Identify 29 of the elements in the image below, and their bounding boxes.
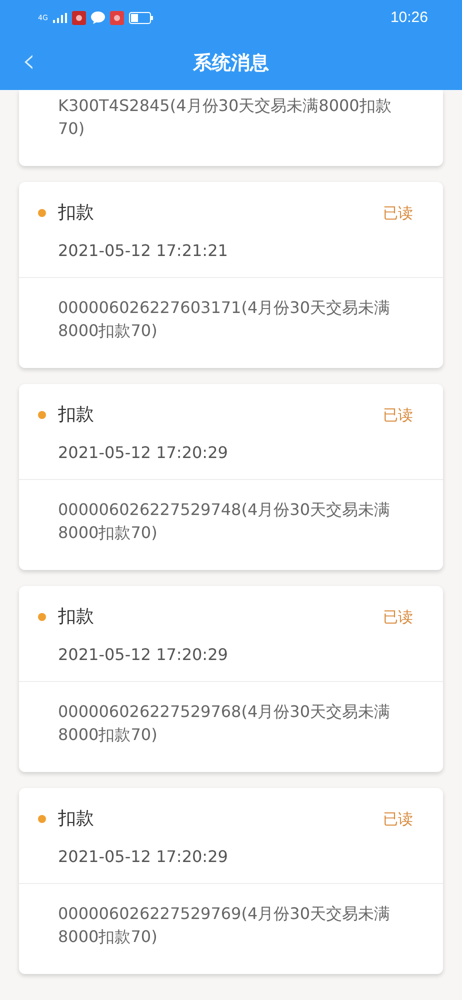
message-text: K300T4S2845(4月份30天交易未满8000扣款70) xyxy=(58,95,392,140)
app-icon xyxy=(72,10,86,24)
chat-bubble-icon xyxy=(90,11,105,24)
message-card[interactable]: 扣款 已读 2021-05-12 17:20:29 000006026227529748(4月份30天交易未满8000扣款70) xyxy=(19,384,443,570)
message-card[interactable]: 扣款 已读 2021-05-12 17:20:29 000006026227529768(4月份30天交易未满8000扣款70) xyxy=(19,586,443,772)
read-status: 已读 xyxy=(383,406,413,424)
message-time: 2021-05-12 17:20:29 xyxy=(58,846,229,868)
battery-icon xyxy=(128,12,153,24)
message-text: 000006026227529748(4月份30天交易未满8000扣款70) xyxy=(57,499,392,544)
page-title: 系统消息 xyxy=(193,50,269,76)
read-status: 已读 xyxy=(383,608,413,626)
clock: 10:26 xyxy=(390,9,428,26)
message-text: 000006026227529769(4月份30天交易未满8000扣款70) xyxy=(57,903,392,948)
message-card[interactable]: 扣款 已读 2021-05-12 17:20:29 000006026227529769(4月份30天交易未满8000扣款70) xyxy=(19,788,443,974)
read-status: 已读 xyxy=(383,810,413,828)
message-time: 2021-05-12 17:21:21 xyxy=(58,240,229,262)
message-card[interactable]: K300T4S2845(4月份30天交易未满8000扣款70) xyxy=(19,90,443,166)
message-time: 2021-05-12 17:20:29 xyxy=(58,442,229,464)
message-title: 扣款 xyxy=(58,404,94,426)
signal-icon xyxy=(52,12,67,22)
message-time: 2021-05-12 17:20:29 xyxy=(58,644,229,666)
read-status: 已读 xyxy=(383,204,413,222)
message-text: 000006026227603171(4月份30天交易未满8000扣款70) xyxy=(57,297,392,342)
message-title: 扣款 xyxy=(58,202,94,224)
message-title: 扣款 xyxy=(58,808,94,830)
message-text: 000006026227529768(4月份30天交易未满8000扣款70) xyxy=(57,701,392,746)
app-icon xyxy=(110,10,124,24)
message-card[interactable]: 扣款 已读 2021-05-12 17:21:21 000006026227603171(4月份30天交易未满8000扣款70) xyxy=(19,182,443,368)
message-title: 扣款 xyxy=(58,606,94,628)
